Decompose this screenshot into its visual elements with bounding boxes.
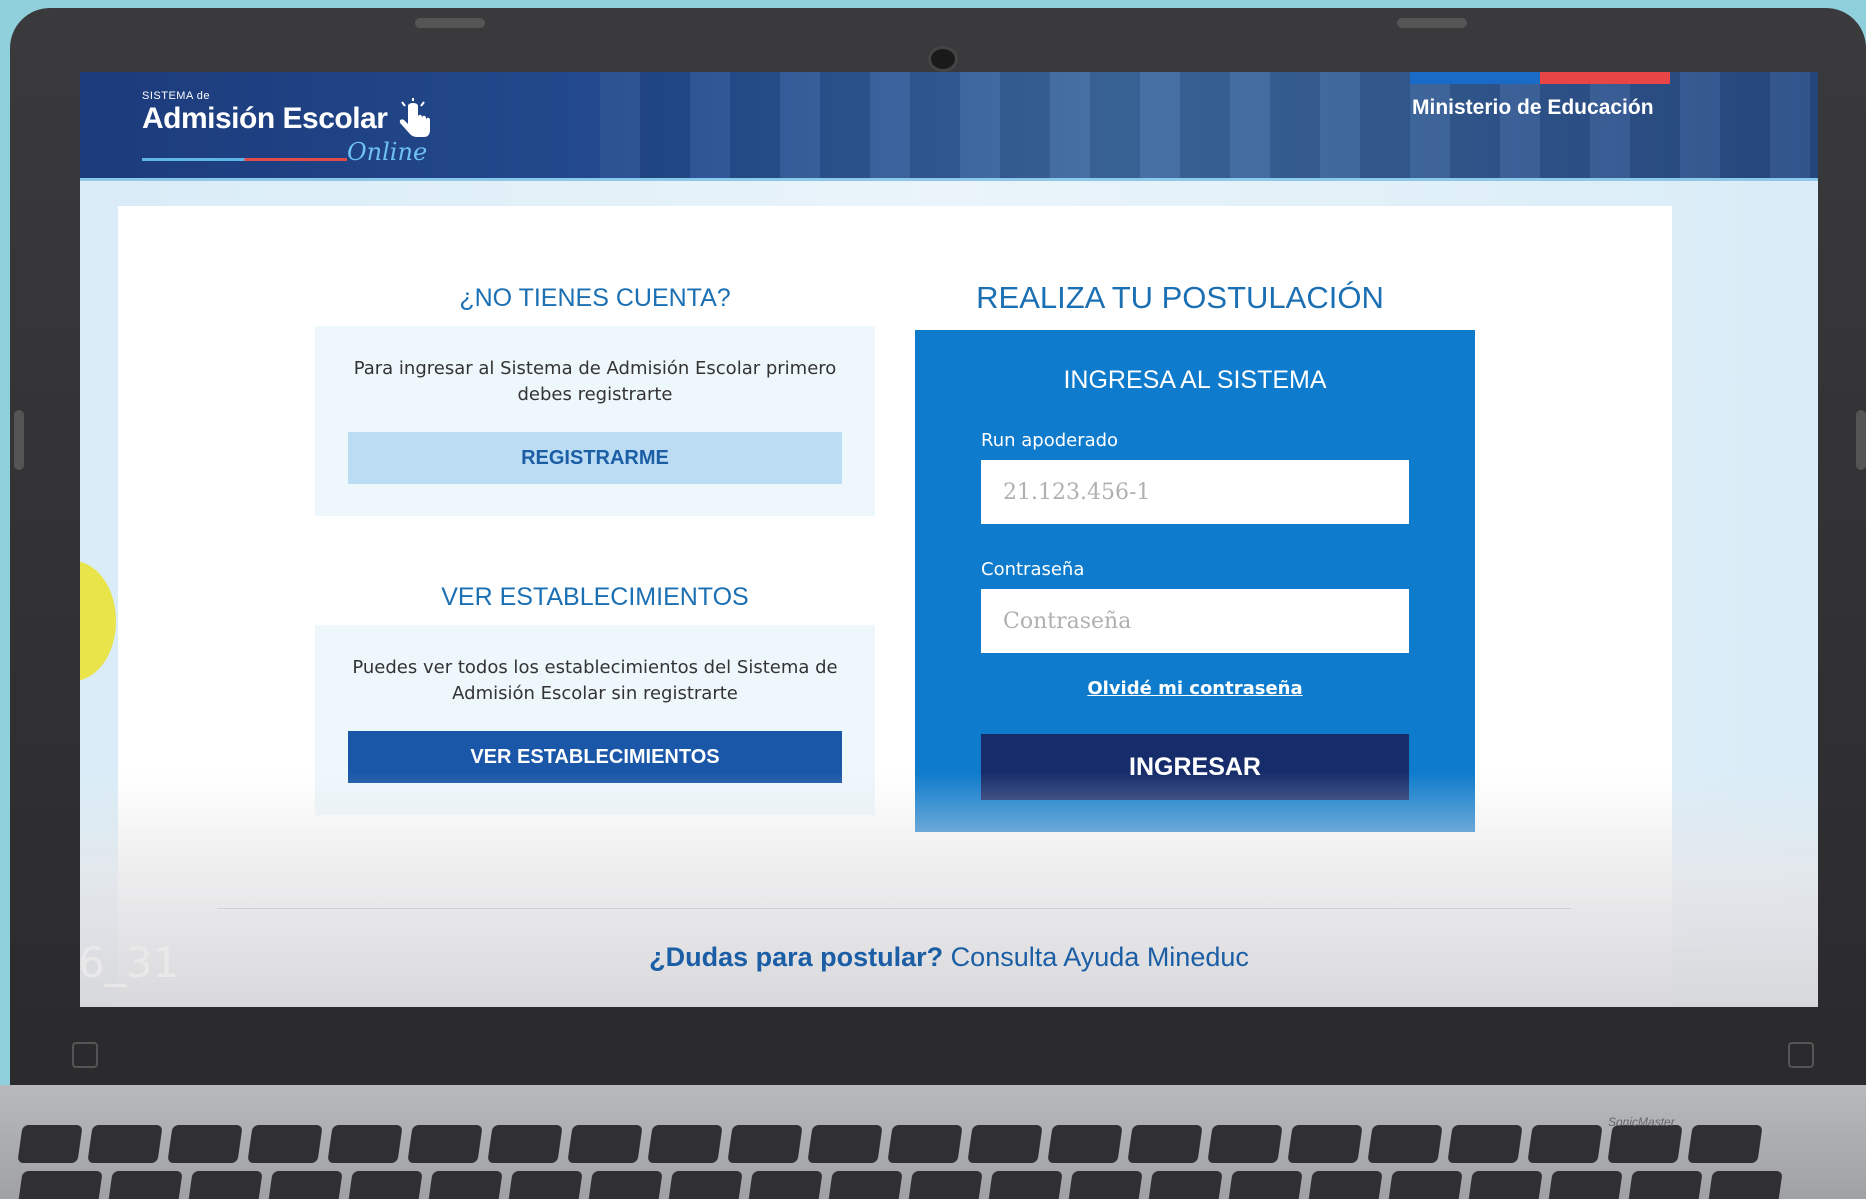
key [747,1171,823,1199]
help-line[interactable]: ¿Dudas para postular? Consulta Ayuda Min… [80,942,1818,973]
lid-bumper-right [1397,18,1467,28]
key [1607,1125,1683,1163]
key [327,1125,403,1163]
footer-divider [217,908,1571,909]
site-header: SISTEMA de Admisión Escolar Online Minis… [80,72,1818,178]
run-label: Run apoderado [981,430,1119,451]
key [87,1125,163,1163]
logo-online-text: Online [347,138,428,166]
key [727,1125,803,1163]
register-section-title: ¿NO TIENES CUENTA? [459,284,731,312]
key [907,1171,983,1199]
ministry-flag-bar [1410,72,1670,84]
key [667,1171,743,1199]
register-box: Para ingresar al Sistema de Admisión Esc… [315,326,875,516]
bezel-square-right [1788,1042,1814,1068]
key [427,1171,503,1199]
view-schools-button[interactable]: VER ESTABLECIMIENTOS [348,731,842,783]
key [1047,1125,1123,1163]
login-panel: INGRESA AL SISTEMA Run apoderado Contras… [915,330,1475,832]
login-submit-button[interactable]: INGRESAR [981,734,1409,800]
key [1147,1171,1223,1199]
password-label: Contraseña [981,559,1085,580]
password-input[interactable] [981,589,1409,653]
run-input[interactable] [981,460,1409,524]
webcam-icon [928,46,958,72]
yellow-decoration [80,561,116,681]
key [1707,1171,1783,1199]
key [1447,1125,1523,1163]
key [1067,1171,1143,1199]
login-section-title: REALIZA TU POSTULACIÓN [976,280,1384,315]
key [1207,1125,1283,1163]
key [647,1125,723,1163]
key [1367,1125,1443,1163]
key [1627,1171,1703,1199]
logo-main-text: Admisión Escolar [142,102,388,135]
key [567,1125,643,1163]
register-text: Para ingresar al Sistema de Admisión Esc… [353,358,837,405]
help-link-text: Consulta Ayuda Mineduc [943,942,1249,972]
login-heading: INGRESA AL SISTEMA [1063,366,1327,394]
browser-screen: SISTEMA de Admisión Escolar Online Minis… [80,72,1818,1007]
key [107,1171,183,1199]
overlay-number: 6_31 [80,938,180,987]
key [807,1125,883,1163]
site-logo[interactable]: SISTEMA de Admisión Escolar Online [142,90,430,166]
schools-box: Puedes ver todos los establecimientos de… [315,625,875,815]
key [827,1171,903,1199]
schools-text: Puedes ver todos los establecimientos de… [352,657,838,704]
key [187,1171,263,1199]
schools-section-title: VER ESTABLECIMIENTOS [441,583,749,611]
key [487,1125,563,1163]
logo-underline [142,158,347,161]
ministry-name[interactable]: Ministerio de Educación [1412,96,1654,120]
register-button[interactable]: REGISTRARME [348,432,842,484]
key [1687,1125,1763,1163]
key [17,1171,103,1199]
key [987,1171,1063,1199]
key [507,1171,583,1199]
key [407,1125,483,1163]
key [1307,1171,1383,1199]
key [1287,1125,1363,1163]
key [967,1125,1043,1163]
key [267,1171,343,1199]
keyboard-row-bottom [17,1171,1783,1199]
key [1467,1171,1543,1199]
screen-bottom-bezel [10,1007,1866,1087]
pointing-hand-icon [399,98,430,137]
key [1387,1171,1463,1199]
key [247,1125,323,1163]
logo-small-text: SISTEMA de [142,90,210,102]
key [347,1171,423,1199]
key [587,1171,663,1199]
lid-bumper-left [415,18,485,28]
key [1227,1171,1303,1199]
laptop-brand-label: SonicMaster [1608,1115,1675,1129]
key [1547,1171,1623,1199]
header-photo [600,72,1818,178]
help-question: ¿Dudas para postular? [649,942,944,972]
key [1127,1125,1203,1163]
lid-side-left [14,410,24,470]
key [17,1125,83,1163]
key [887,1125,963,1163]
bezel-square-left [72,1042,98,1068]
lid-side-right [1856,410,1866,470]
key [167,1125,243,1163]
forgot-password-link[interactable]: Olvidé mi contraseña [915,678,1475,699]
keyboard-row-top [17,1125,1763,1163]
keyboard: SonicMaster [0,1085,1866,1199]
key [1527,1125,1603,1163]
